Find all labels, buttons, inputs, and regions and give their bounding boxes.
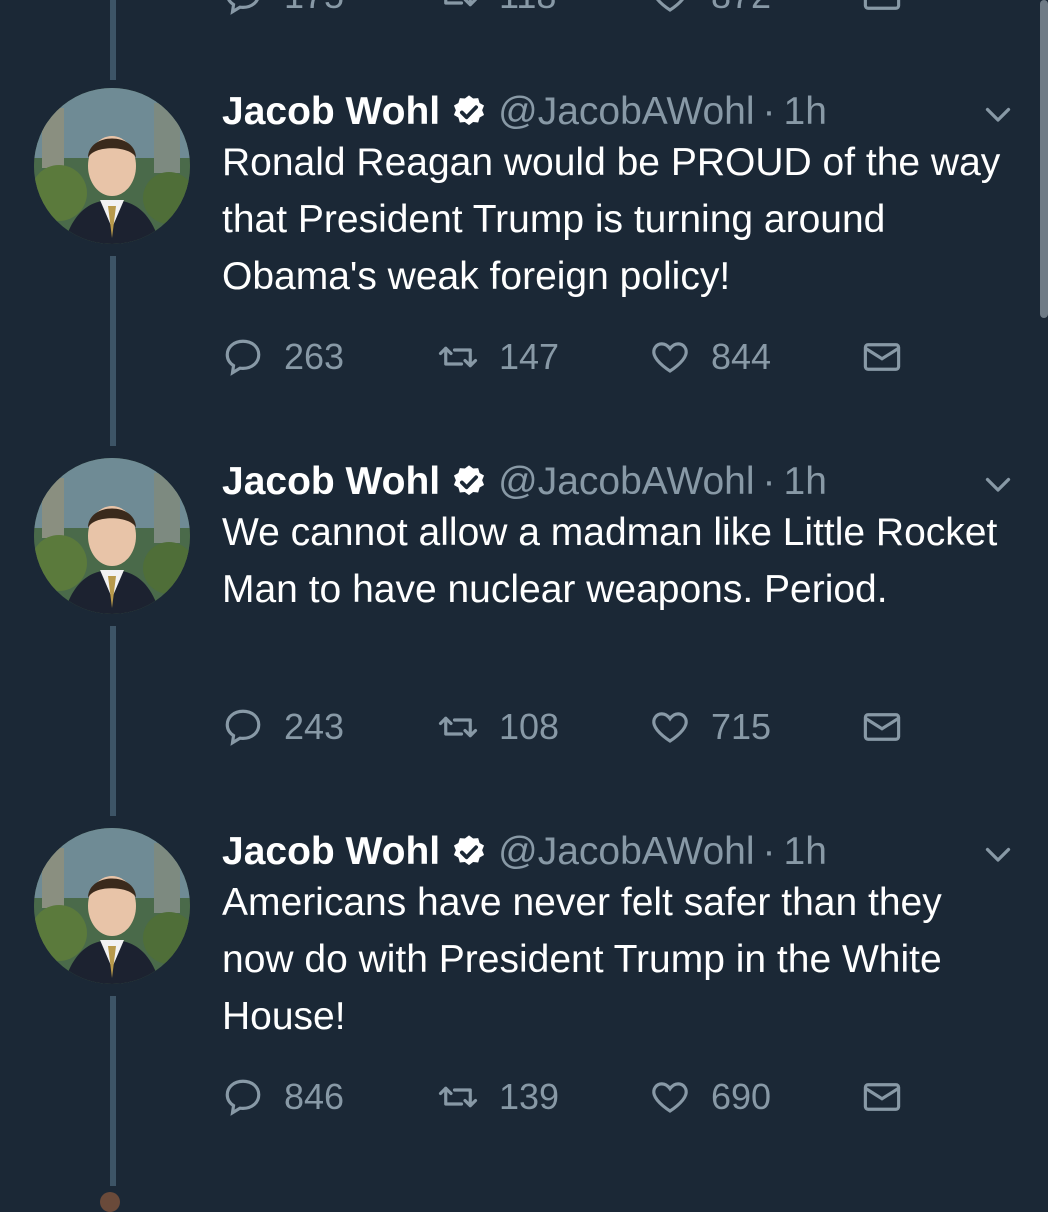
retweet-icon [444,0,477,7]
handle[interactable]: @JacobAWohl [498,460,754,504]
display-name[interactable]: Jacob Wohl [222,90,440,134]
tweet-text: We cannot allow a madman like Little Roc… [222,511,998,611]
tweet[interactable]: Jacob Wohl @JacobAWohl · 1h Ronald Reaga… [0,88,1048,458]
reply-icon [227,0,259,15]
retweet-count: 139 [499,1076,560,1117]
handle[interactable]: @JacobAWohl [498,90,754,134]
tweet-actions: 263 147 844 [222,333,923,381]
like-count: 844 [711,336,772,377]
direct-message-icon [863,0,901,10]
separator-dot: · [762,460,776,503]
separator-dot: · [762,830,776,873]
like-button[interactable]: 844 [649,336,861,378]
retweet-count: 147 [499,336,560,377]
reply-count: 846 [284,1076,345,1117]
verified-badge-icon [454,465,485,496]
retweet-button[interactable]: 118 [437,0,649,17]
avatar[interactable] [100,1192,120,1212]
avatar[interactable] [34,88,190,244]
tweet[interactable]: Jacob Wohl @JacobAWohl · 1h Americans ha… [0,828,1048,1198]
retweet-icon [438,346,478,368]
direct-message-button[interactable] [861,0,923,17]
reply-count: 243 [284,706,345,747]
timestamp[interactable]: 1h [784,90,827,134]
display-name[interactable]: Jacob Wohl [222,460,440,504]
retweet-count: 108 [499,706,560,747]
tweet[interactable]: Jacob Wohl @JacobAWohl · 1h We cannot al… [0,458,1048,828]
direct-message-button[interactable] [861,706,923,748]
avatar[interactable] [34,828,190,984]
chevron-down-icon[interactable] [980,466,1016,502]
reply-icon [225,1079,261,1116]
handle[interactable]: @JacobAWohl [498,830,754,874]
like-icon [656,0,684,12]
verified-badge-icon [454,95,485,126]
chevron-down-icon[interactable] [980,96,1016,132]
like-button[interactable]: 690 [649,1076,861,1118]
retweet-icon [438,716,478,738]
tweet-text: Ronald Reagan would be PROUD of the way … [222,141,1001,298]
direct-message-icon [863,1083,901,1111]
tweet-actions: 243 108 715 [222,703,923,751]
retweet-count: 118 [499,0,556,17]
tweet-actions: 846 139 690 [222,1073,923,1121]
direct-message-button[interactable] [861,1076,923,1118]
thread-line [110,0,116,80]
like-icon [652,712,688,743]
direct-message-icon [863,343,901,371]
reply-button[interactable]: 175 [222,0,437,17]
previous-tweet-actions: 175 118 872 [222,0,923,20]
like-count: 690 [711,1076,772,1117]
verified-badge-icon [454,835,485,866]
tweet-header: Jacob Wohl @JacobAWohl · 1h [222,458,827,506]
direct-message-button[interactable] [861,336,923,378]
avatar[interactable] [34,458,190,614]
tweet-text: Americans have never felt safer than the… [222,881,942,1038]
timestamp[interactable]: 1h [784,460,827,504]
like-count: 872 [711,0,771,17]
reply-button[interactable]: 846 [222,1076,437,1118]
retweet-button[interactable]: 147 [437,336,649,378]
reply-count: 263 [284,336,345,377]
like-button[interactable]: 715 [649,706,861,748]
tweet-header: Jacob Wohl @JacobAWohl · 1h [222,88,827,136]
display-name[interactable]: Jacob Wohl [222,830,440,874]
retweet-button[interactable]: 139 [437,1076,649,1118]
like-button[interactable]: 872 [649,0,861,17]
separator-dot: · [762,90,776,133]
timestamp[interactable]: 1h [784,830,827,874]
like-icon [652,1082,688,1113]
avatar-image [34,88,190,244]
direct-message-icon [863,713,901,741]
reply-count: 175 [284,0,344,17]
reply-icon [225,339,261,376]
reply-button[interactable]: 243 [222,706,437,748]
retweet-icon [438,1086,478,1108]
avatar-image [34,828,190,984]
tweet-header: Jacob Wohl @JacobAWohl · 1h [222,828,827,876]
retweet-button[interactable]: 108 [437,706,649,748]
like-icon [652,342,688,373]
reply-icon [225,709,261,746]
reply-button[interactable]: 263 [222,336,437,378]
chevron-down-icon[interactable] [980,836,1016,872]
like-count: 715 [711,706,772,747]
avatar-image [34,458,190,614]
